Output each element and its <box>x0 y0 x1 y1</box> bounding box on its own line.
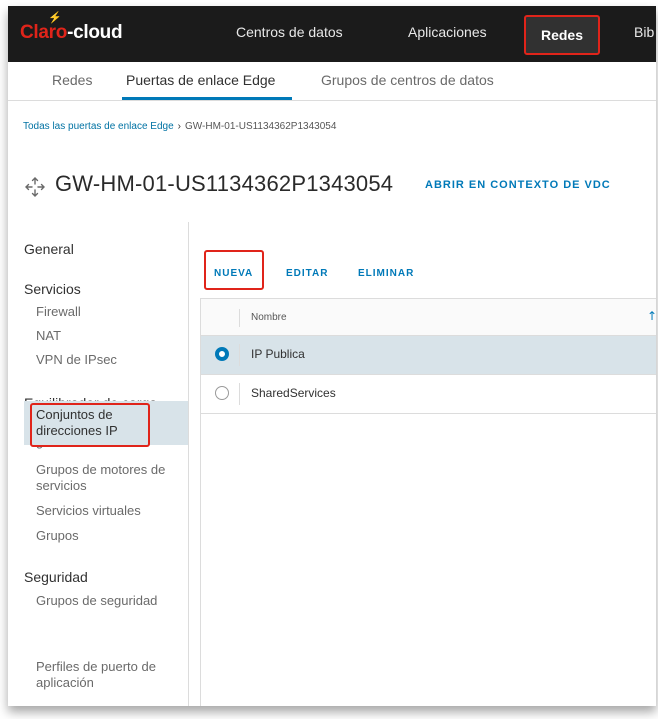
topnav-datacenters[interactable]: Centros de datos <box>236 24 343 40</box>
sidebar-item-ipsec-vpn[interactable]: VPN de IPsec <box>36 352 117 368</box>
topnav-applications[interactable]: Aplicaciones <box>408 24 487 40</box>
breadcrumb-separator: › <box>177 121 182 132</box>
sidebar-item-app-port-profiles[interactable]: Perfiles de puerto de aplicación <box>36 659 186 691</box>
table-header: Nombre ↑ <box>201 299 656 336</box>
sidebar: General Servicios Firewall NAT VPN de IP… <box>8 222 189 706</box>
sidebar-item-pools[interactable]: Grupos <box>36 528 79 544</box>
sidebar-item-ip-sets-callout <box>30 403 150 447</box>
sidebar-item-general[interactable]: General <box>24 240 74 258</box>
table-row[interactable]: IP Publica <box>201 336 656 375</box>
new-button[interactable]: NUEVA <box>214 268 253 279</box>
sidebar-item-nat[interactable]: NAT <box>36 328 61 344</box>
sub-navigation: Redes Puertas de enlace Edge Grupos de c… <box>8 62 656 101</box>
column-divider <box>239 309 240 327</box>
app-window: Claro ⚡ -cloud Centros de datos Aplicacion… <box>8 6 656 706</box>
sidebar-heading-security: Seguridad <box>24 569 88 585</box>
sidebar-heading-services: Servicios <box>24 281 81 297</box>
table-row[interactable]: SharedServices <box>201 375 656 414</box>
sidebar-item-virtual-services[interactable]: Servicios virtuales <box>36 503 141 519</box>
topnav-library[interactable]: Bib <box>634 24 654 40</box>
column-header-name[interactable]: Nombre <box>251 312 287 323</box>
tab-edge-gateways[interactable]: Puertas de enlace Edge <box>126 72 275 88</box>
edge-gateway-icon <box>25 177 45 197</box>
row-select-radio[interactable] <box>215 347 229 361</box>
ip-sets-table: Nombre ↑ IP Publica SharedServices <box>200 298 656 706</box>
delete-button[interactable]: ELIMINAR <box>358 268 414 279</box>
table-cell-name: SharedServices <box>251 386 336 400</box>
edit-button[interactable]: EDITAR <box>286 268 328 279</box>
top-navigation-bar: Claro ⚡ -cloud Centros de datos Aplicacion… <box>8 6 656 62</box>
table-cell-name: IP Publica <box>251 347 305 361</box>
tab-networks[interactable]: Redes <box>52 72 92 88</box>
breadcrumb-parent-link[interactable]: Todas las puertas de enlace Edge <box>23 121 174 132</box>
sort-ascending-icon[interactable]: ↑ <box>647 309 656 323</box>
row-select-radio[interactable] <box>215 386 229 400</box>
logo-flash-icon: ⚡ <box>48 12 62 24</box>
page-title: GW-HM-01-US1134362P1343054 <box>55 171 394 196</box>
active-tab-indicator <box>122 97 292 100</box>
tab-datacenter-groups[interactable]: Grupos de centros de datos <box>321 72 494 88</box>
sidebar-item-firewall[interactable]: Firewall <box>36 304 81 320</box>
topnav-networks[interactable]: Redes <box>524 15 600 55</box>
column-divider <box>239 344 240 366</box>
logo-brand: Claro <box>20 22 68 43</box>
claro-cloud-logo[interactable]: Claro ⚡ -cloud <box>20 12 123 44</box>
sidebar-item-security-groups[interactable]: Grupos de seguridad <box>36 593 157 609</box>
breadcrumb-current: GW-HM-01-US1134362P1343054 <box>185 121 337 132</box>
open-in-vdc-context-link[interactable]: ABRIR EN CONTEXTO DE VDC <box>425 179 611 191</box>
sidebar-item-service-engine-groups[interactable]: Grupos de motores de servicios <box>36 462 176 494</box>
logo-suffix: cloud <box>73 22 123 43</box>
breadcrumb: Todas las puertas de enlace Edge › GW-HM-0… <box>23 121 336 132</box>
action-bar: NUEVA EDITAR ELIMINAR <box>200 248 640 290</box>
column-divider <box>239 383 240 405</box>
